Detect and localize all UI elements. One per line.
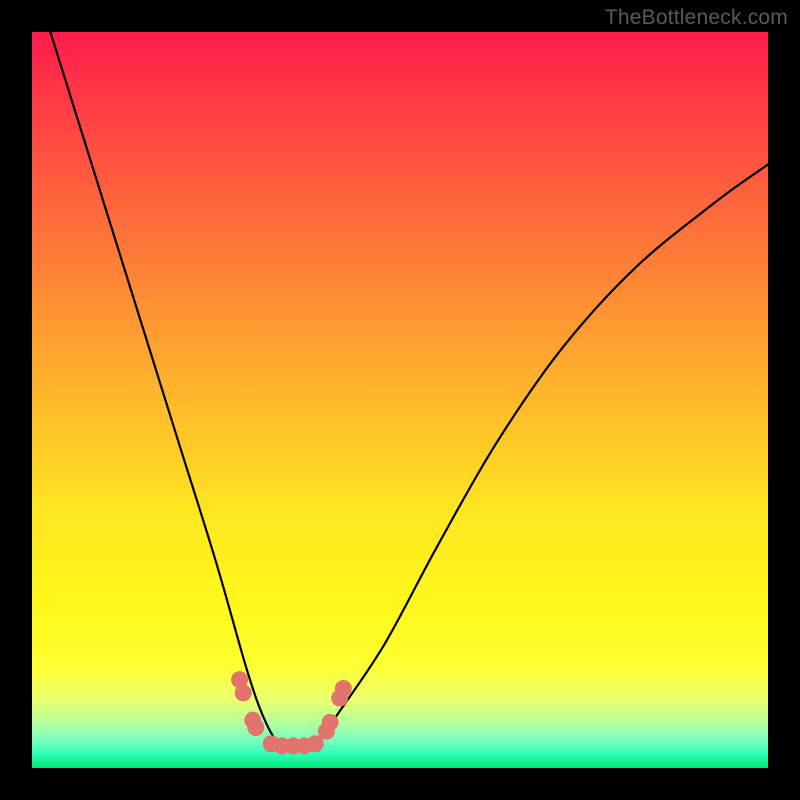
highlight-dot	[335, 680, 352, 697]
plot-area	[32, 32, 768, 768]
highlight-dot	[235, 684, 252, 701]
watermark-text: TheBottleneck.com	[605, 6, 788, 30]
chart-svg	[32, 32, 768, 768]
highlight-dot	[247, 719, 264, 736]
bottleneck-curve	[32, 0, 768, 747]
highlight-dot	[322, 714, 339, 731]
outer-frame: TheBottleneck.com	[0, 0, 800, 800]
highlight-dots	[231, 671, 352, 754]
